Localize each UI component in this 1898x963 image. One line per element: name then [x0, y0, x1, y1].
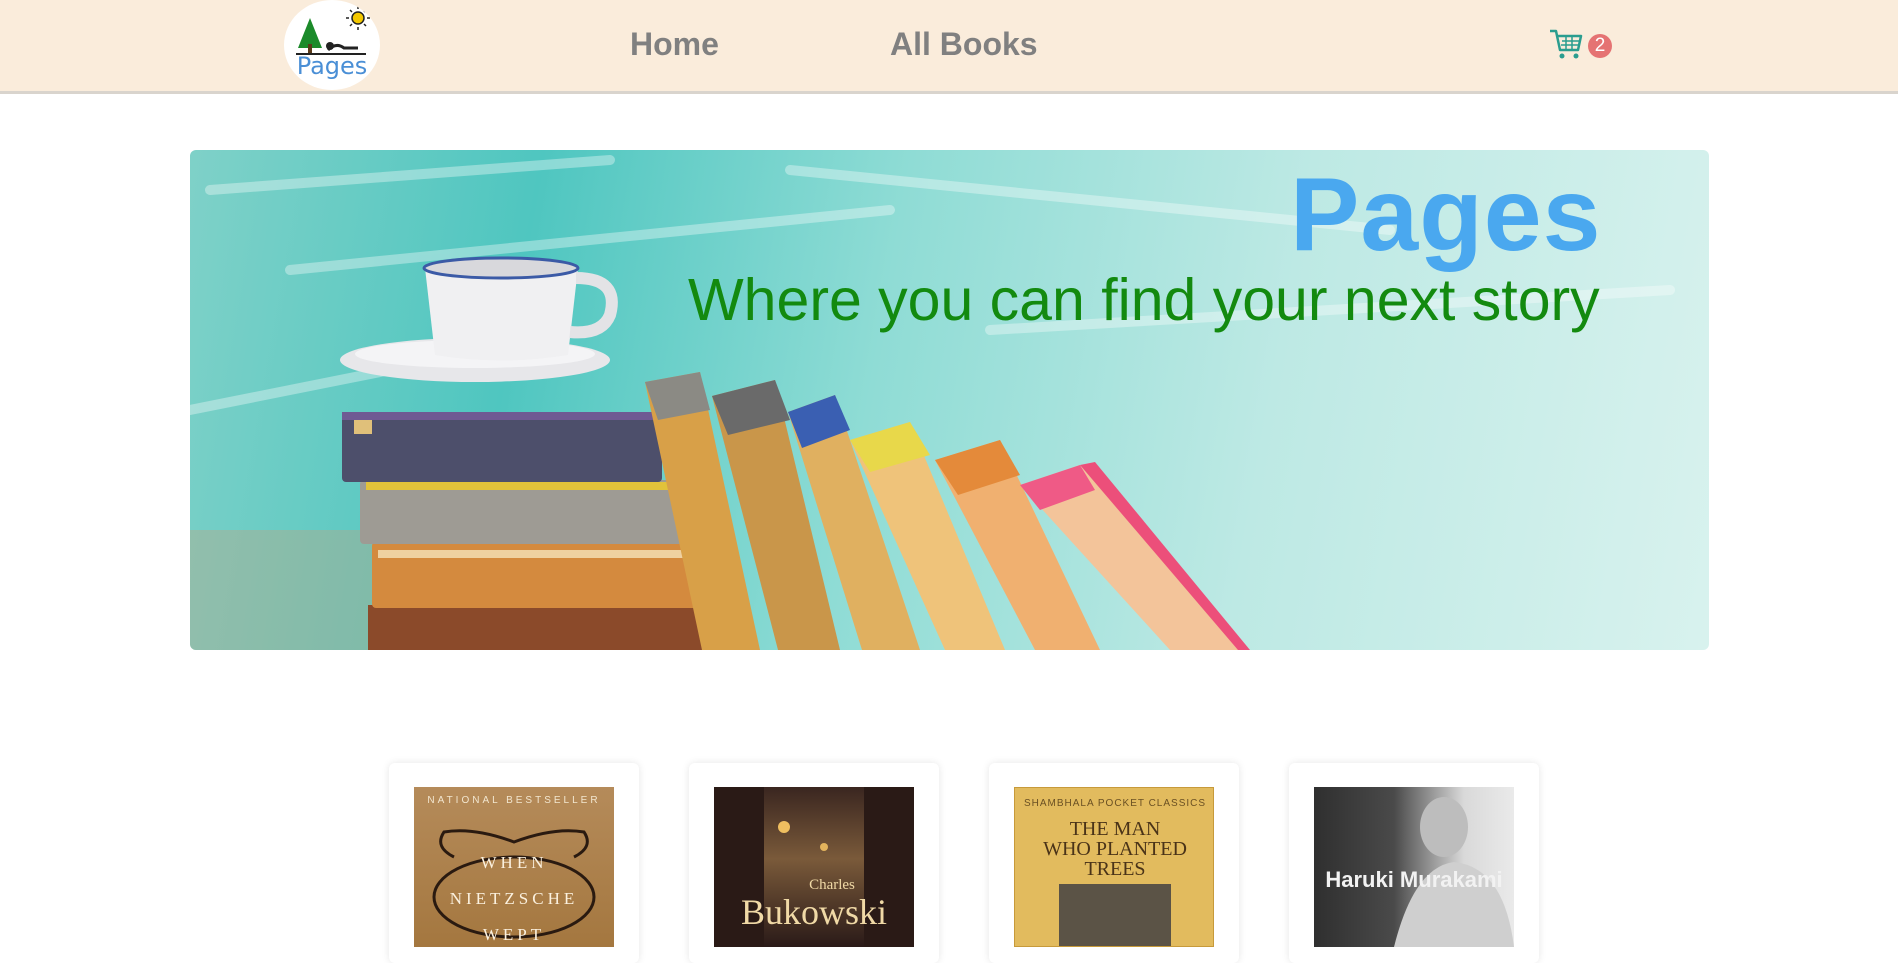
- cover-title-line: WHEN: [480, 853, 548, 872]
- hero-banner: Pages Where you can find your next story: [190, 150, 1709, 650]
- book-card[interactable]: Charles Bukowski: [689, 763, 939, 963]
- nav-link-all-books[interactable]: All Books: [890, 26, 1038, 63]
- cover-photo: [1059, 884, 1171, 946]
- cover-author: Bukowski: [740, 892, 888, 932]
- cover-series: SHAMBHALA POCKET CLASSICS: [1023, 798, 1207, 809]
- book-cover-image: NATIONAL BESTSELLER WHEN NIETZSCHE WEPT: [414, 787, 614, 947]
- cover-title-line: TREES: [1084, 858, 1146, 880]
- cover-title-line: WEPT: [482, 925, 546, 944]
- site-logo[interactable]: Pages: [284, 0, 380, 90]
- book-cover-image: SHAMBHALA POCKET CLASSICS THE MAN WHO PL…: [1014, 787, 1214, 947]
- hero-title: Pages: [1290, 157, 1602, 273]
- cart-count-badge: 2: [1588, 34, 1612, 58]
- logo-text: Pages: [296, 52, 368, 80]
- cover-banner: NATIONAL BESTSELLER: [427, 795, 601, 806]
- cover-title-line: NIETZSCHE: [449, 889, 579, 908]
- cover-author: Haruki Murakami: [1325, 867, 1503, 892]
- cart-button[interactable]: 2: [1548, 26, 1614, 66]
- book-cover-image: Haruki Murakami: [1314, 787, 1514, 947]
- book-card[interactable]: NATIONAL BESTSELLER WHEN NIETZSCHE WEPT: [389, 763, 639, 963]
- hero-subtitle: Where you can find your next story: [688, 267, 1600, 333]
- book-cover-image: Charles Bukowski: [714, 787, 914, 947]
- nav-link-home[interactable]: Home: [630, 26, 719, 63]
- book-card[interactable]: SHAMBHALA POCKET CLASSICS THE MAN WHO PL…: [989, 763, 1239, 963]
- shopping-cart-icon: [1550, 29, 1583, 59]
- top-navbar: Pages Home All Books 2: [0, 0, 1898, 94]
- book-card[interactable]: Haruki Murakami: [1289, 763, 1539, 963]
